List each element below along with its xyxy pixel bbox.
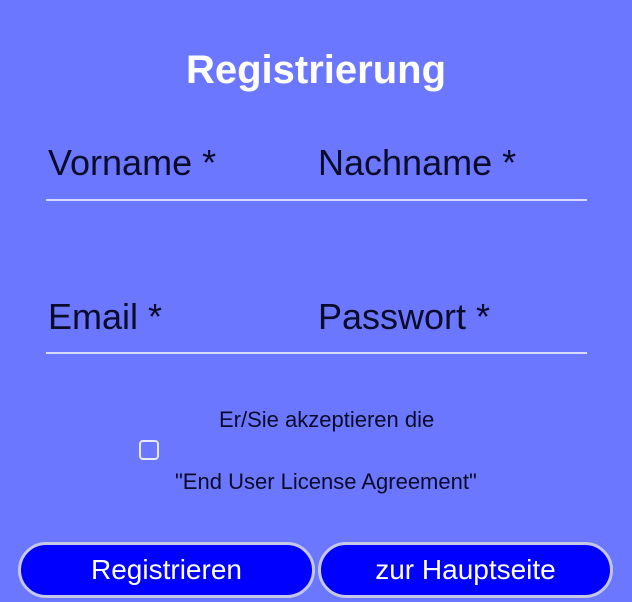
first-name-input[interactable] bbox=[48, 140, 292, 188]
password-field[interactable]: Passwort * bbox=[318, 294, 590, 354]
last-name-input[interactable] bbox=[318, 140, 590, 188]
home-button[interactable]: zur Hauptseite bbox=[318, 542, 613, 598]
eula-link[interactable]: "End User License Agreement" bbox=[175, 468, 477, 496]
eula-text-line1: Er/Sie akzeptieren die bbox=[219, 407, 435, 432]
password-input[interactable] bbox=[318, 294, 590, 342]
eula-section: Er/Sie akzeptieren die "End User License… bbox=[0, 404, 632, 494]
row1-underline bbox=[46, 199, 587, 201]
email-field[interactable]: Email * bbox=[48, 294, 292, 354]
page-title: Registrierung bbox=[185, 48, 447, 92]
last-name-field[interactable]: Nachname * bbox=[318, 140, 590, 200]
row2-underline bbox=[46, 352, 587, 354]
register-button[interactable]: Registrieren bbox=[18, 542, 315, 598]
first-name-field[interactable]: Vorname * bbox=[48, 140, 292, 200]
eula-checkbox[interactable] bbox=[139, 440, 159, 460]
email-input[interactable] bbox=[48, 294, 292, 342]
